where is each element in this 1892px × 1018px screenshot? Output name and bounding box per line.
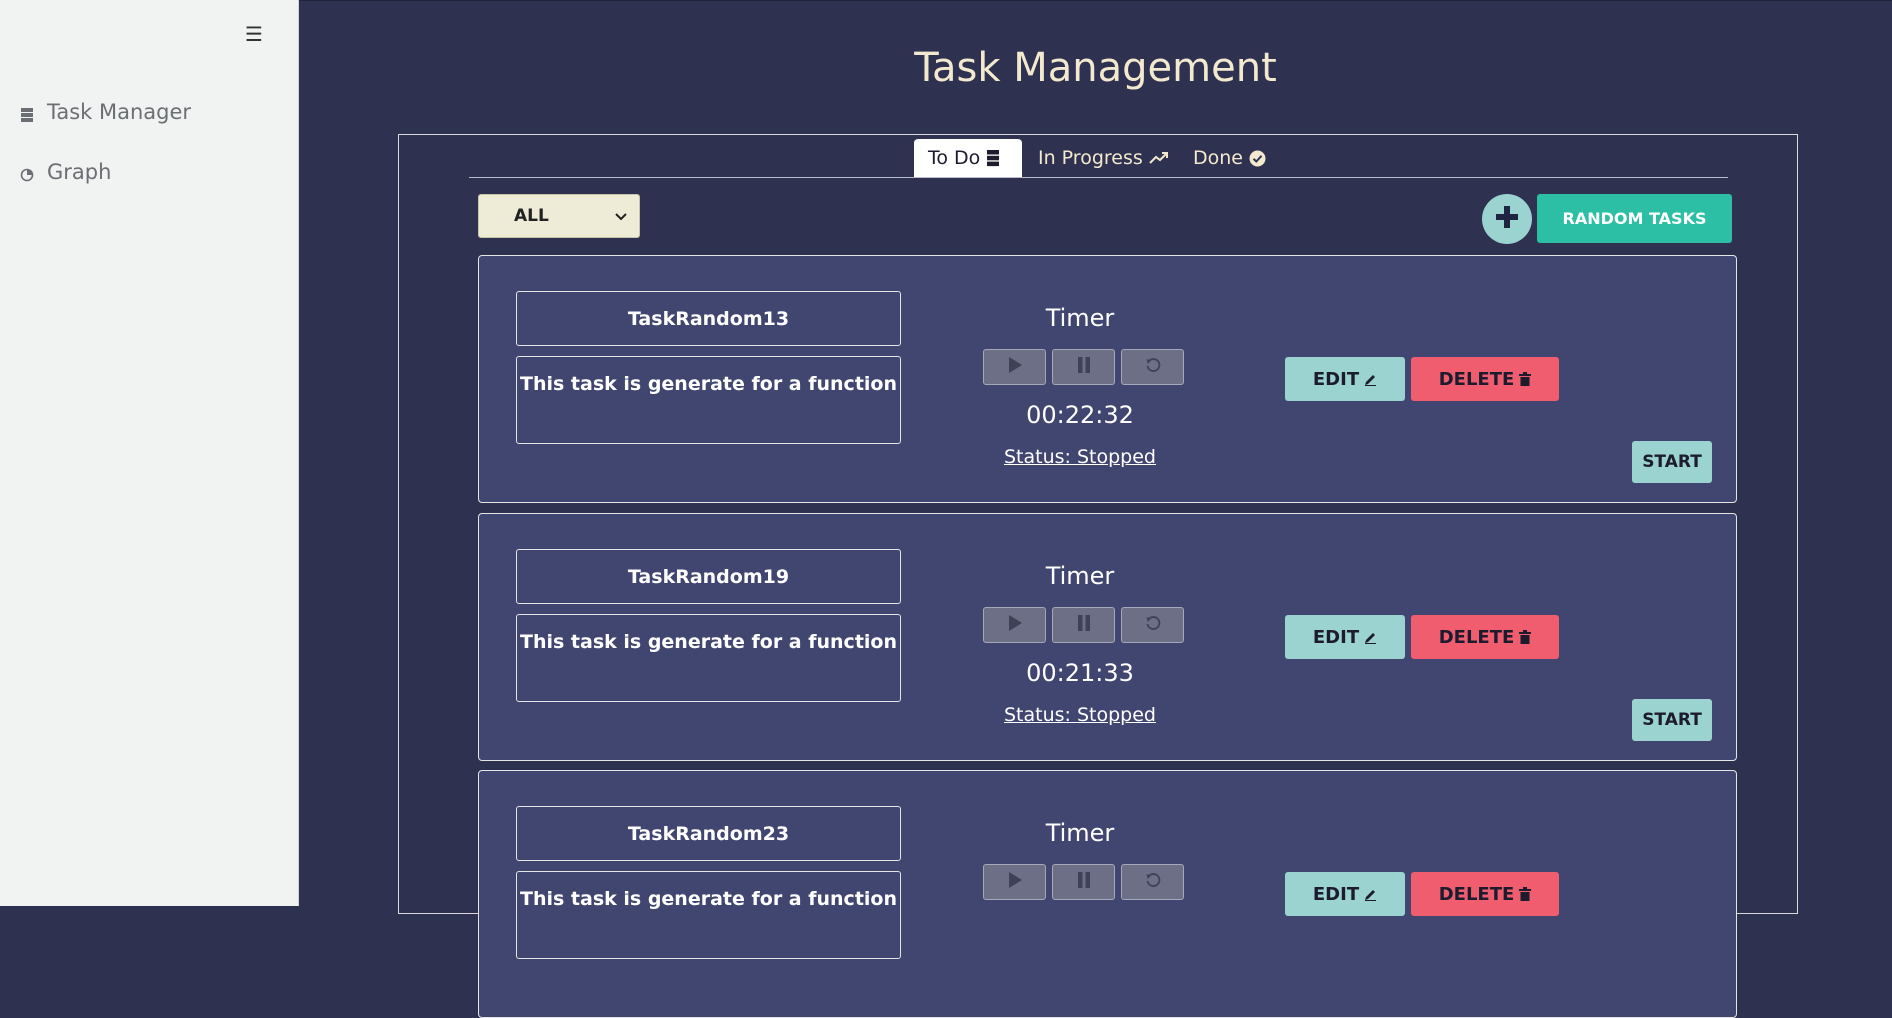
pencil-icon — [1364, 631, 1377, 644]
add-task-button[interactable] — [1482, 194, 1532, 244]
sidebar-item-graph[interactable]: Graph — [20, 160, 111, 184]
task-description: This task is generate for a function — [516, 614, 901, 702]
pause-button[interactable] — [1052, 349, 1115, 385]
pencil-icon — [1364, 888, 1377, 901]
tabs-divider — [469, 177, 1728, 178]
tab-label: Done — [1193, 147, 1243, 169]
server-icon — [20, 104, 34, 122]
timer-label: Timer — [1045, 304, 1115, 332]
edit-label: EDIT — [1312, 626, 1360, 648]
play-icon — [1007, 871, 1023, 893]
pause-icon — [1077, 614, 1091, 636]
main-content: Task Management To Do In Progress Done A… — [299, 0, 1892, 1018]
status-filter-select[interactable]: ALL — [478, 194, 640, 238]
pause-icon — [1077, 356, 1091, 378]
tab-label: To Do — [928, 147, 981, 169]
task-description: This task is generate for a function — [516, 356, 901, 444]
pie-chart-icon — [20, 164, 34, 182]
timer-value: 00:22:32 — [1026, 401, 1134, 429]
delete-label: DELETE — [1438, 883, 1515, 905]
reset-icon — [1145, 357, 1161, 377]
sidebar-item-task-manager[interactable]: Task Manager — [20, 100, 191, 124]
sidebar-item-label: Graph — [47, 160, 112, 184]
pause-button[interactable] — [1052, 864, 1115, 900]
tab-to-do[interactable]: To Do — [914, 139, 1022, 177]
pencil-icon — [1364, 373, 1377, 386]
trash-icon — [1519, 372, 1532, 386]
play-button[interactable] — [983, 864, 1046, 900]
task-name: TaskRandom23 — [516, 806, 901, 861]
delete-button[interactable]: DELETE — [1411, 615, 1559, 659]
task-name: TaskRandom13 — [516, 291, 901, 346]
task-name: TaskRandom19 — [516, 549, 901, 604]
task-status[interactable]: Status: Stopped — [978, 704, 1182, 726]
play-icon — [1007, 356, 1023, 378]
play-icon — [1007, 614, 1023, 636]
filter-selected-value: ALL — [514, 206, 549, 226]
edit-button[interactable]: EDIT — [1285, 872, 1405, 916]
sidebar-item-label: Task Manager — [47, 100, 192, 124]
timer-label: Timer — [1045, 562, 1115, 590]
trash-icon — [1519, 630, 1532, 644]
task-status[interactable]: Status: Stopped — [978, 446, 1182, 468]
reset-icon — [1145, 872, 1161, 892]
tab-label: In Progress — [1038, 147, 1143, 169]
task-card: TaskRandom19 This task is generate for a… — [478, 513, 1737, 761]
edit-button[interactable]: EDIT — [1285, 615, 1405, 659]
sidebar: ☰ Task Manager Graph — [0, 0, 299, 906]
server-icon — [986, 149, 1000, 167]
task-card: TaskRandom13 This task is generate for a… — [478, 255, 1737, 503]
tab-done[interactable]: Done — [1179, 139, 1280, 177]
trend-up-icon — [1149, 151, 1169, 165]
pause-button[interactable] — [1052, 607, 1115, 643]
chevron-down-icon — [615, 206, 627, 226]
reset-button[interactable] — [1121, 349, 1184, 385]
task-card: TaskRandom23 This task is generate for a… — [478, 770, 1737, 1018]
trash-icon — [1519, 887, 1532, 901]
delete-label: DELETE — [1438, 368, 1515, 390]
edit-label: EDIT — [1312, 883, 1360, 905]
reset-button[interactable] — [1121, 607, 1184, 643]
delete-button[interactable]: DELETE — [1411, 357, 1559, 401]
reset-icon — [1145, 615, 1161, 635]
page-title: Task Management — [914, 45, 1277, 91]
play-button[interactable] — [983, 607, 1046, 643]
play-button[interactable] — [983, 349, 1046, 385]
timer-label: Timer — [1045, 819, 1115, 847]
reset-button[interactable] — [1121, 864, 1184, 900]
start-button[interactable]: START — [1632, 699, 1712, 741]
random-tasks-button[interactable]: RANDOM TASKS — [1537, 194, 1732, 243]
tab-in-progress[interactable]: In Progress — [1024, 139, 1183, 177]
menu-toggle-icon[interactable]: ☰ — [245, 22, 263, 46]
edit-label: EDIT — [1312, 368, 1360, 390]
delete-button[interactable]: DELETE — [1411, 872, 1559, 916]
timer-value: 00:21:33 — [1026, 659, 1134, 687]
pause-icon — [1077, 871, 1091, 893]
plus-icon — [1494, 204, 1520, 234]
start-button[interactable]: START — [1632, 441, 1712, 483]
check-circle-icon — [1249, 150, 1266, 167]
edit-button[interactable]: EDIT — [1285, 357, 1405, 401]
delete-label: DELETE — [1438, 626, 1515, 648]
task-description: This task is generate for a function — [516, 871, 901, 959]
